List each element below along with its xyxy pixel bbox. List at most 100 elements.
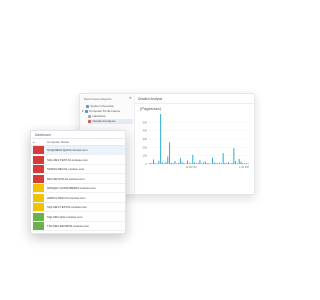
computer-name: HDDO3-TEST-01.contoso.com: [47, 195, 86, 200]
chart-bar: [167, 156, 169, 164]
chart-bar: [169, 142, 171, 164]
chart-bar: [170, 162, 172, 164]
chart-bar: [215, 163, 217, 164]
chart-bar: [156, 163, 158, 164]
chart-bar: [161, 162, 163, 164]
computer-name: SP2010-DEV-01.contoso.com: [47, 167, 85, 171]
y-tick-label: 100: [143, 154, 148, 158]
chart-bar: [217, 163, 219, 164]
chart-bar: [153, 159, 154, 164]
table-row[interactable]: HDDO3-TEST-01.contoso.com: [31, 193, 125, 203]
computer-name: TSC-DEV-DEVMON.contoso.com: [47, 224, 89, 228]
chart-bar: [213, 162, 215, 164]
chart-bar: [154, 163, 156, 164]
status-indicator: [33, 184, 44, 192]
chart-bar: [201, 163, 203, 164]
column-header-computer-name[interactable]: ▴ Computer Name: [31, 139, 125, 146]
chart-bar: [186, 160, 188, 164]
chart-bar: [174, 161, 176, 164]
chart-bar: [190, 163, 192, 164]
nav-title: Performance Reports: [84, 97, 112, 101]
chart-bar: [245, 163, 247, 164]
chart-bar: [194, 162, 196, 164]
x-tick-label: 12:00 PM: [185, 165, 196, 169]
dashboard-panel: Dashboard ▴ Computer Name SCQLDEV2-QA1\0…: [30, 130, 126, 234]
table-row[interactable]: SQL-DEV-TEST-01.contoso.com: [31, 155, 125, 165]
table-row[interactable]: TSC-DEV-DEVMON.contoso.com: [31, 222, 125, 231]
computer-name: DEV-SETOOL01.contoso.com: [47, 176, 85, 181]
overview-icon: [86, 104, 89, 108]
analysis-icon: [88, 119, 91, 123]
chart-bar: [179, 158, 181, 164]
chart-bar: [188, 162, 190, 164]
chart-bar: [178, 163, 179, 164]
chart-bar: [236, 163, 238, 164]
sort-arrow-icon[interactable]: ▴: [33, 139, 35, 145]
dashboard-title: Dashboard: [35, 132, 51, 137]
table-row[interactable]: DEV-SETOOL01.contoso.com: [31, 174, 125, 184]
nav-item-label: System Overview: [90, 104, 114, 108]
pages-per-sec-chart[interactable]: 0 100 200 300 400 500 12:00 PM 1:00 PM: [135, 94, 254, 194]
detail-pane: Detailed Analysis (Pages/sec) 0 100 200 300…: [135, 94, 254, 194]
chart-bar: [183, 163, 185, 164]
chart-bar: [208, 163, 210, 164]
chart-bar: [220, 163, 222, 164]
chart-bar: [211, 157, 213, 164]
status-indicator: [33, 212, 44, 221]
chart-bar: [163, 163, 165, 164]
chart-bar: [238, 159, 240, 164]
chart-bar: [160, 114, 162, 164]
y-tick-label: 0: [146, 162, 148, 166]
chart-bar: [192, 154, 194, 164]
chart-bar: [199, 160, 201, 164]
y-tick-label: 400: [143, 129, 148, 133]
chart-bar: [229, 163, 231, 164]
status-indicator: [33, 146, 44, 154]
chart-bar: [195, 163, 197, 164]
status-indicator: [33, 193, 44, 202]
chart-bar: [247, 163, 249, 164]
chart-bar: [206, 163, 208, 164]
computer-name: SCQLDEV2-QA1\0.contoso.com: [47, 148, 88, 152]
chart-bar: [219, 162, 221, 164]
status-indicator: [33, 203, 44, 211]
chart-bar: [172, 163, 174, 164]
table-row[interactable]: SQL-DEV-QA1.contoso.com: [31, 212, 125, 222]
y-tick-label: 200: [143, 145, 148, 149]
pin-icon[interactable]: ⊕: [129, 96, 132, 100]
chart-bar: [233, 148, 235, 164]
nav-item-label: Hardware: [92, 114, 106, 118]
chart-bar: [226, 163, 228, 164]
chart-bar: [240, 161, 242, 164]
computer-name: HDNQE7-CONSUMER01.contoso.com: [47, 186, 96, 190]
nav-item-detailed-analysis[interactable]: Detailed Analysis: [88, 119, 133, 124]
computer-name: SQL-DEV-TEST01.contoso.com: [47, 205, 87, 209]
status-indicator: [33, 155, 44, 164]
chart-bar: [203, 162, 204, 164]
status-indicator: [33, 174, 44, 183]
chart-bar: [165, 162, 167, 164]
status-indicator: [33, 222, 44, 230]
hardware-icon: [88, 114, 91, 118]
chart-bar: [176, 163, 178, 164]
table-row[interactable]: SQL-DEV-TEST01.contoso.com: [31, 203, 125, 212]
computer-name: SQL-DEV-TEST-01.contoso.com: [47, 157, 88, 162]
nav-item-label: Computer Performance: [89, 109, 121, 113]
table-row[interactable]: SCQLDEV2-QA1\0.contoso.com: [31, 146, 125, 155]
nav-item-label: Detailed Analysis: [92, 119, 116, 123]
chart-bar: [210, 163, 212, 164]
chart-bar: [242, 163, 244, 164]
chart-bar: [235, 161, 237, 164]
chart-bar: [224, 162, 226, 164]
chart-bar: [185, 163, 187, 164]
y-tick-label: 500: [143, 120, 148, 124]
chart-bar: [228, 162, 229, 164]
table-row[interactable]: SP2010-DEV-01.contoso.com: [31, 165, 125, 174]
computer-name: SQL-DEV-QA1.contoso.com: [47, 214, 83, 219]
computer-icon: [84, 109, 88, 113]
chart-bar: [222, 153, 224, 164]
collapse-icon[interactable]: ▾: [82, 109, 84, 113]
column-label: Computer Name: [47, 140, 70, 144]
table-row[interactable]: HDNQE7-CONSUMER01.contoso.com: [31, 184, 125, 193]
chart-bar: [158, 160, 160, 164]
